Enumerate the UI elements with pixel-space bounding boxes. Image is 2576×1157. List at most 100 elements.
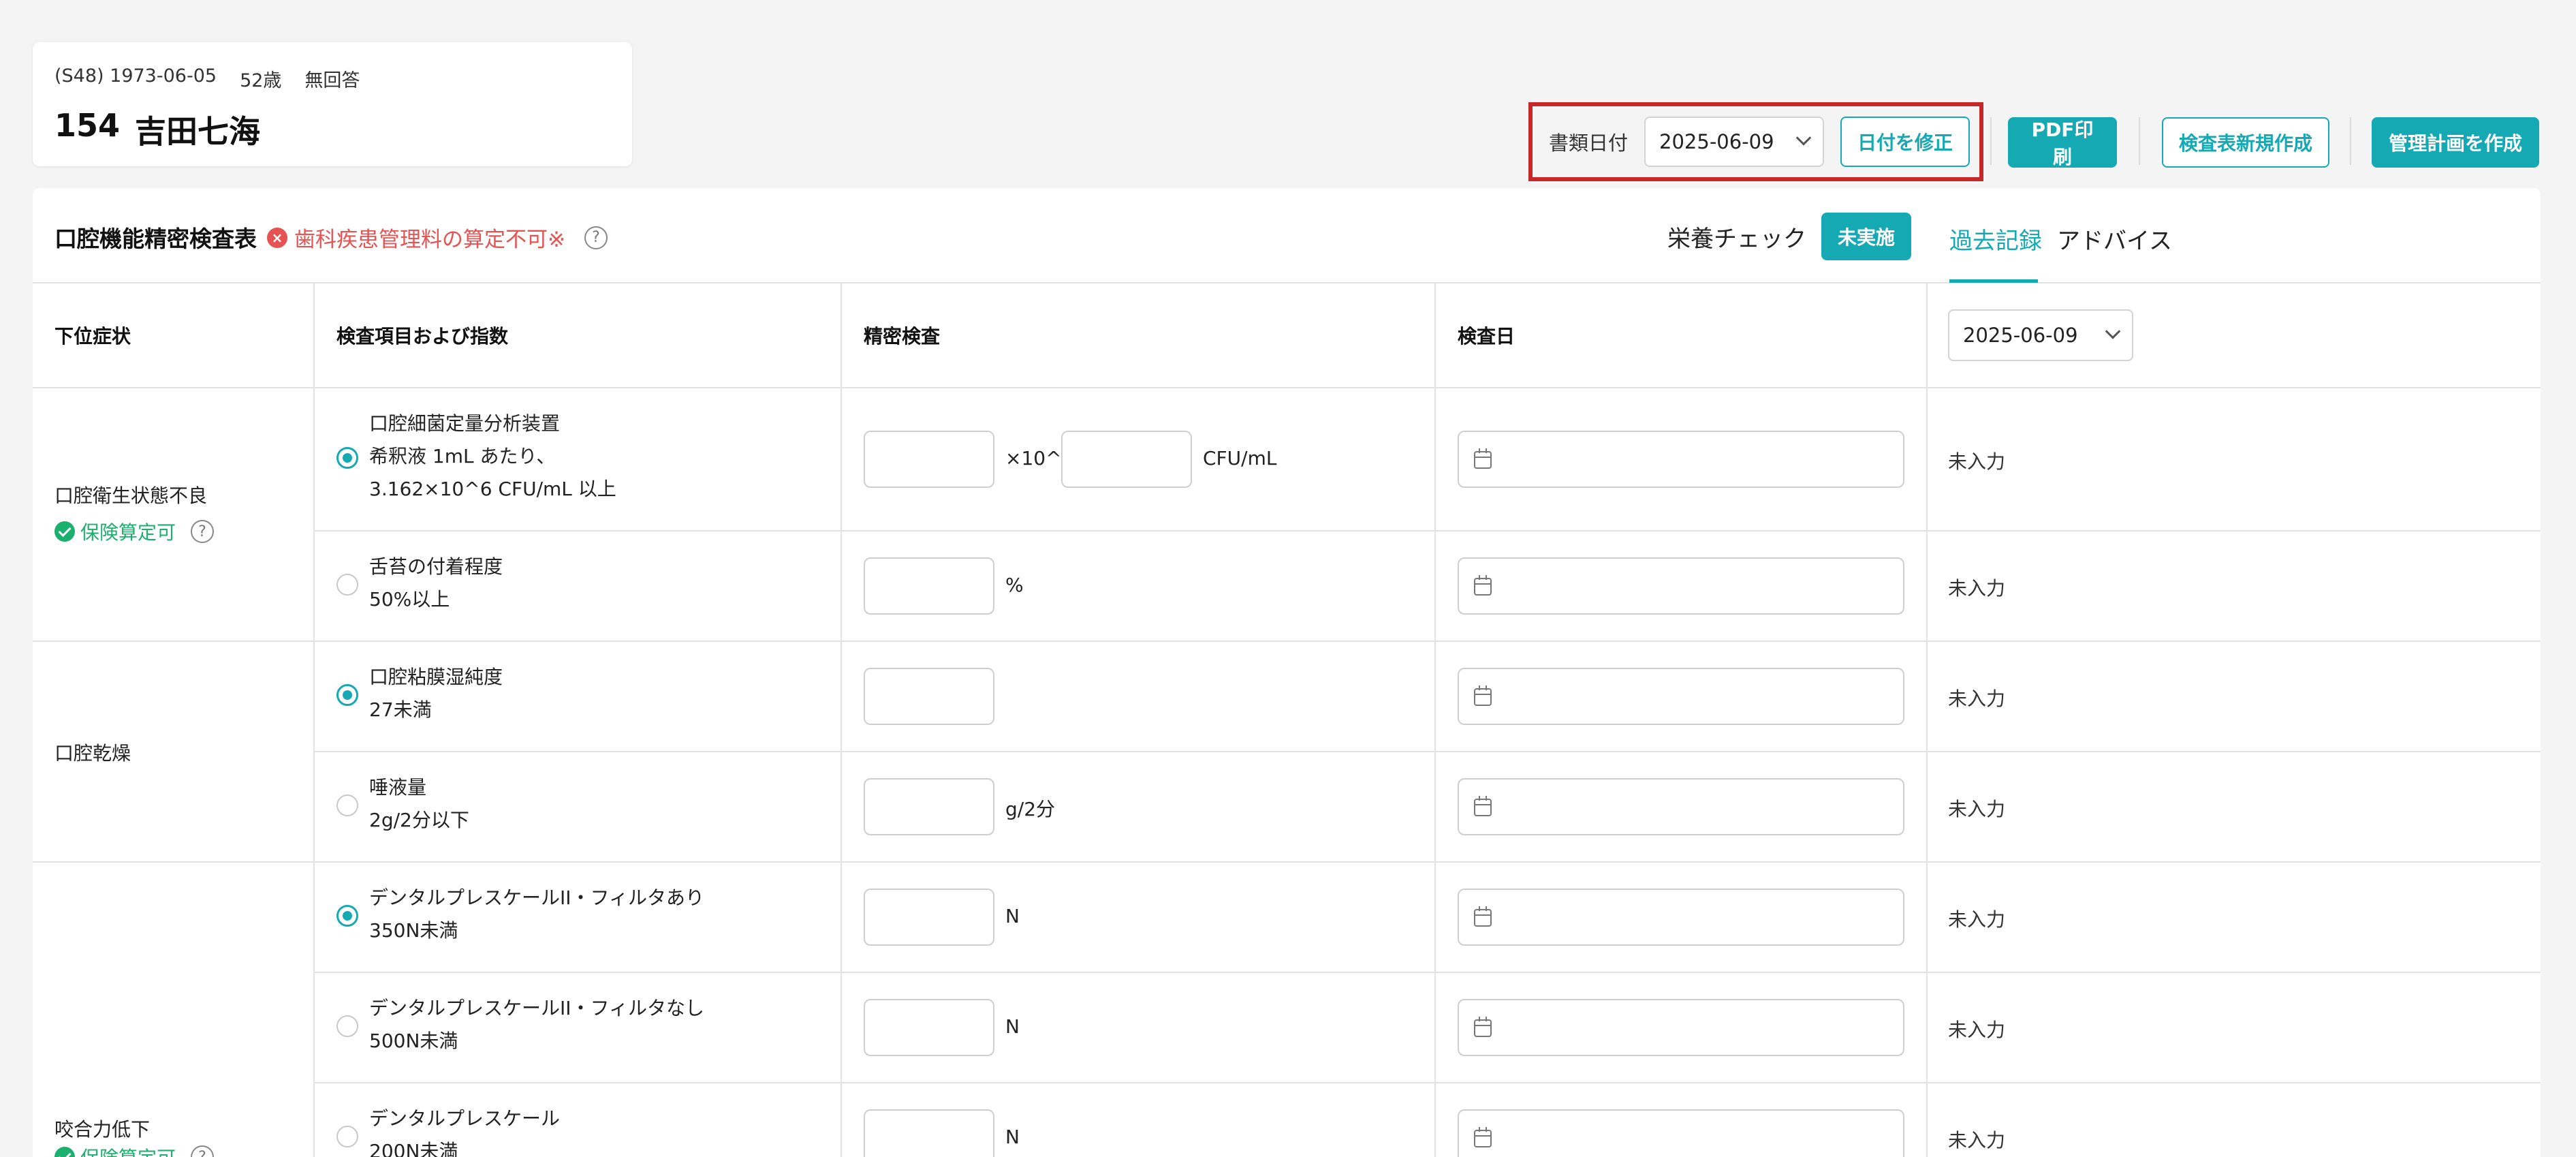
row-divider — [313, 1082, 2541, 1083]
row-divider — [33, 861, 2541, 863]
patient-id: 154 — [54, 107, 121, 144]
exam-date-input[interactable] — [1458, 999, 1904, 1056]
help-icon[interactable]: ? — [191, 1145, 215, 1157]
item-line: 2g/2分以下 — [369, 809, 469, 831]
calendar-icon — [1474, 906, 1492, 927]
item-label: デンタルプレスケールII・フィルタなし 500N未満 — [369, 992, 704, 1058]
unit-label: g/2分 — [1005, 798, 1056, 820]
patient-gender: 無回答 — [304, 70, 360, 91]
item-line: 3.162×10^6 CFU/mL 以上 — [369, 478, 616, 500]
value-input[interactable] — [864, 431, 994, 488]
value-input[interactable] — [864, 778, 994, 835]
unit-label: % — [1005, 574, 1024, 596]
insurance-ok-badge: 保険算定可 ? — [54, 1143, 215, 1157]
item-radio[interactable] — [336, 684, 358, 706]
help-icon[interactable]: ? — [584, 226, 608, 249]
row-divider — [33, 641, 2541, 642]
patient-age: 52歳 — [240, 70, 282, 91]
calendar-icon — [1474, 575, 1492, 596]
nutrition-check: 栄養チェック 未実施 — [1667, 213, 1911, 260]
past-value: 未入力 — [1948, 577, 2006, 600]
past-value: 未入力 — [1948, 688, 2006, 710]
item-label: デンタルプレスケールII・フィルタあり 350N未満 — [369, 882, 704, 947]
create-plan-button[interactable]: 管理計画を作成 — [2372, 117, 2539, 168]
column-divider — [313, 283, 315, 1157]
value-input[interactable] — [864, 557, 994, 615]
past-value: 未入力 — [1948, 798, 2006, 820]
row-divider — [313, 751, 2541, 752]
calendar-icon — [1474, 796, 1492, 816]
exponent-input[interactable] — [1061, 431, 1192, 488]
item-label: 唾液量 2g/2分以下 — [369, 771, 469, 837]
exam-date-input[interactable] — [1458, 889, 1904, 946]
error-icon: × — [267, 227, 287, 248]
pdf-print-button[interactable]: PDF印刷 — [2008, 117, 2117, 168]
column-divider — [1926, 283, 1928, 1157]
unit-label: N — [1005, 1015, 1020, 1038]
item-line: 口腔粘膜湿純度 — [369, 666, 503, 688]
past-record-date-value: 2025-06-09 — [1963, 324, 2078, 347]
item-radio[interactable] — [336, 1126, 358, 1147]
value-input[interactable] — [864, 889, 994, 946]
item-label: 口腔細菌定量分析装置 希釈液 1mL あたり、 3.162×10^6 CFU/m… — [369, 407, 616, 506]
tab-advice[interactable]: アドバイス — [2057, 222, 2172, 256]
new-sheet-button[interactable]: 検査表新規作成 — [2162, 117, 2329, 168]
item-label: デンタルプレスケール 200N未満 — [369, 1102, 560, 1157]
calendar-icon — [1474, 1017, 1492, 1037]
active-tab-indicator — [1949, 279, 2038, 283]
unit-label: N — [1005, 905, 1020, 927]
item-radio[interactable] — [336, 447, 358, 469]
item-line: デンタルプレスケールII・フィルタあり — [369, 886, 704, 909]
item-label: 口腔粘膜湿純度 27未満 — [369, 661, 503, 726]
item-label: 舌苔の付着程度 50%以上 — [369, 551, 503, 616]
insurance-ok-badge: 保険算定可 ? — [54, 518, 215, 545]
item-radio[interactable] — [336, 1015, 358, 1037]
patient-birth: (S48) 1973-06-05 — [54, 65, 217, 87]
panel-header: 口腔機能精密検査表 × 歯科疾患管理料の算定不可※ ? 栄養チェック 未実施 過… — [33, 188, 2541, 283]
nutrition-status-button[interactable]: 未実施 — [1821, 213, 1911, 260]
item-line: 舌苔の付着程度 — [369, 555, 503, 578]
item-line: デンタルプレスケール — [369, 1107, 561, 1130]
help-icon[interactable]: ? — [191, 520, 215, 543]
header-symptom: 下位症状 — [54, 325, 131, 348]
tab-past-records[interactable]: 過去記録 — [1949, 222, 2042, 256]
check-circle-icon — [54, 1147, 75, 1157]
calendar-icon — [1474, 1127, 1492, 1147]
nutrition-check-label: 栄養チェック — [1667, 225, 1806, 253]
exam-date-input[interactable] — [1458, 778, 1904, 835]
item-line: 唾液量 — [369, 776, 427, 799]
item-radio[interactable] — [336, 795, 358, 816]
patient-name-row: 154 吉田七海 — [54, 107, 610, 152]
item-radio[interactable] — [336, 905, 358, 927]
header-exam-date: 検査日 — [1458, 325, 1515, 348]
value-input[interactable] — [864, 999, 994, 1056]
group-oral-hygiene: 口腔衛生状態不良 — [54, 484, 208, 507]
group-bite-force: 咬合力低下 — [54, 1118, 151, 1141]
item-radio[interactable] — [336, 574, 358, 596]
toolbar-divider — [2350, 117, 2351, 165]
chevron-down-icon — [2105, 324, 2121, 339]
column-divider — [1434, 283, 1436, 1157]
check-circle-icon — [54, 521, 75, 542]
item-line: 27未満 — [369, 698, 432, 721]
calendar-icon — [1474, 448, 1492, 469]
past-value: 未入力 — [1948, 908, 2006, 931]
fix-date-button[interactable]: 日付を修正 — [1840, 117, 1970, 167]
unit-label: ×10^ — [1005, 447, 1062, 469]
item-line: 350N未満 — [369, 919, 458, 942]
past-value: 未入力 — [1948, 450, 2006, 473]
exam-date-input[interactable] — [1458, 668, 1904, 725]
past-value: 未入力 — [1948, 1129, 2006, 1152]
toolbar-divider — [1990, 117, 1992, 165]
item-line: 500N未満 — [369, 1030, 458, 1052]
patient-meta: (S48) 1973-06-05 52歳 無回答 — [54, 65, 610, 92]
exam-date-input[interactable] — [1458, 557, 1904, 615]
unit-label: CFU/mL — [1203, 447, 1277, 469]
document-date-select[interactable]: 2025-06-09 — [1644, 117, 1825, 167]
billing-warning-text: 歯科疾患管理料の算定不可※ — [294, 228, 565, 252]
exam-date-input[interactable] — [1458, 431, 1904, 488]
value-input[interactable] — [864, 668, 994, 725]
value-input[interactable] — [864, 1109, 994, 1157]
exam-date-input[interactable] — [1458, 1109, 1904, 1157]
past-record-date-select[interactable]: 2025-06-09 — [1948, 309, 2133, 361]
